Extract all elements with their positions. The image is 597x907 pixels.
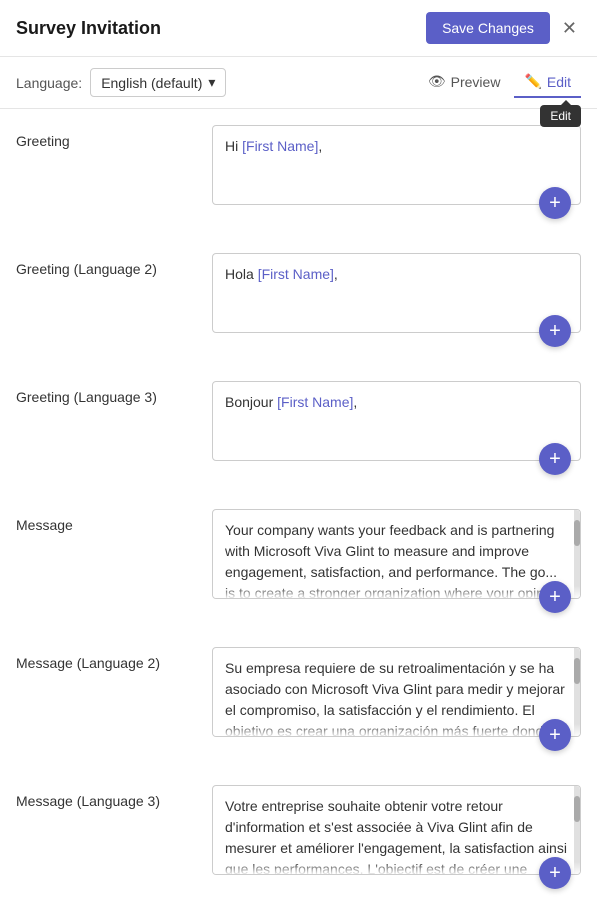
scrollbar[interactable] [574,510,580,598]
save-button[interactable]: Save Changes [426,12,550,44]
content: Greeting Hi [First Name], + Greeting (La… [0,109,597,907]
greeting-lang3-input-wrapper: Bonjour [First Name], + [212,381,581,461]
message-lang3-textbox[interactable]: Votre entreprise souhaite obtenir votre … [212,785,581,875]
scrollbar-thumb-lang2 [574,658,580,684]
eye-icon: 👁 [428,73,446,90]
greeting-lang3-plain: Bonjour [225,394,277,410]
chevron-down-icon: ▾ [208,74,215,91]
greeting-plain: Hi [225,138,242,154]
page-title: Survey Invitation [16,18,161,39]
message-add-button[interactable]: + [539,581,571,613]
message-lang3-input-wrapper: Votre entreprise souhaite obtenir votre … [212,785,581,875]
header: Survey Invitation Save Changes ✕ [0,0,597,57]
greeting-lang2-highlight: [First Name] [258,266,334,282]
greeting-lang2-plain: Hola [225,266,258,282]
greeting-row: Greeting Hi [First Name], + [16,109,581,221]
greeting-label: Greeting [16,125,196,149]
message-lang2-content: Su empresa requiere de su retroalimentac… [225,658,568,737]
close-icon: ✕ [562,18,577,39]
scrollbar-lang3[interactable] [574,786,580,874]
message-lang2-input-wrapper: Su empresa requiere de su retroalimentac… [212,647,581,737]
close-button[interactable]: ✕ [558,14,581,43]
greeting-lang3-label: Greeting (Language 3) [16,381,196,405]
greeting-after: , [318,138,322,154]
message-input-wrapper: Your company wants your feedback and is … [212,509,581,599]
greeting-lang2-content: Hola [First Name], [225,264,568,285]
edit-tab-label: Edit [547,74,571,90]
message-content: Your company wants your feedback and is … [225,520,568,599]
greeting-highlight: [First Name] [242,138,318,154]
greeting-lang2-label: Greeting (Language 2) [16,253,196,277]
message-lang3-add-button[interactable]: + [539,857,571,889]
message-lang2-row: Message (Language 2) Su empresa requiere… [16,631,581,753]
greeting-content: Hi [First Name], [225,136,568,157]
greeting-lang2-input-wrapper: Hola [First Name], + [212,253,581,333]
message-lang2-add-button[interactable]: + [539,719,571,751]
scrollbar-thumb [574,520,580,546]
toolbar: Language: English (default) ▾ 👁 Preview … [0,57,597,109]
greeting-lang3-row: Greeting (Language 3) Bonjour [First Nam… [16,365,581,477]
header-actions: Save Changes ✕ [426,12,581,44]
greeting-add-button[interactable]: + [539,187,571,219]
edit-tooltip: Edit [540,105,581,127]
language-select: Language: English (default) ▾ [16,68,226,97]
greeting-lang2-after: , [334,266,338,282]
tab-group: 👁 Preview ✏️ Edit [418,67,581,98]
message-label: Message [16,509,196,533]
message-lang3-row: Message (Language 3) Votre entreprise so… [16,769,581,891]
greeting-lang2-row: Greeting (Language 2) Hola [First Name],… [16,237,581,349]
message-lang3-label: Message (Language 3) [16,785,196,809]
message-lang2-label: Message (Language 2) [16,647,196,671]
greeting-lang2-textbox[interactable]: Hola [First Name], [212,253,581,333]
tab-preview[interactable]: 👁 Preview [418,67,511,98]
language-label: Language: [16,75,82,91]
greeting-lang3-after: , [353,394,357,410]
greeting-lang3-content: Bonjour [First Name], [225,392,568,413]
greeting-lang3-textbox[interactable]: Bonjour [First Name], [212,381,581,461]
scrollbar-thumb-lang3 [574,796,580,822]
message-textbox[interactable]: Your company wants your feedback and is … [212,509,581,599]
pencil-icon: ✏️ [524,73,541,90]
message-lang2-textbox[interactable]: Su empresa requiere de su retroalimentac… [212,647,581,737]
message-lang3-content: Votre entreprise souhaite obtenir votre … [225,796,568,875]
message-row: Message Your company wants your feedback… [16,493,581,615]
greeting-input-wrapper: Hi [First Name], + [212,125,581,205]
tab-edit[interactable]: ✏️ Edit [514,67,581,98]
greeting-lang2-add-button[interactable]: + [539,315,571,347]
greeting-lang3-add-button[interactable]: + [539,443,571,475]
preview-tab-label: Preview [451,74,501,90]
greeting-lang3-highlight: [First Name] [277,394,353,410]
greeting-textbox[interactable]: Hi [First Name], [212,125,581,205]
language-dropdown[interactable]: English (default) ▾ [90,68,226,97]
scrollbar-lang2[interactable] [574,648,580,736]
language-value: English (default) [101,75,202,91]
